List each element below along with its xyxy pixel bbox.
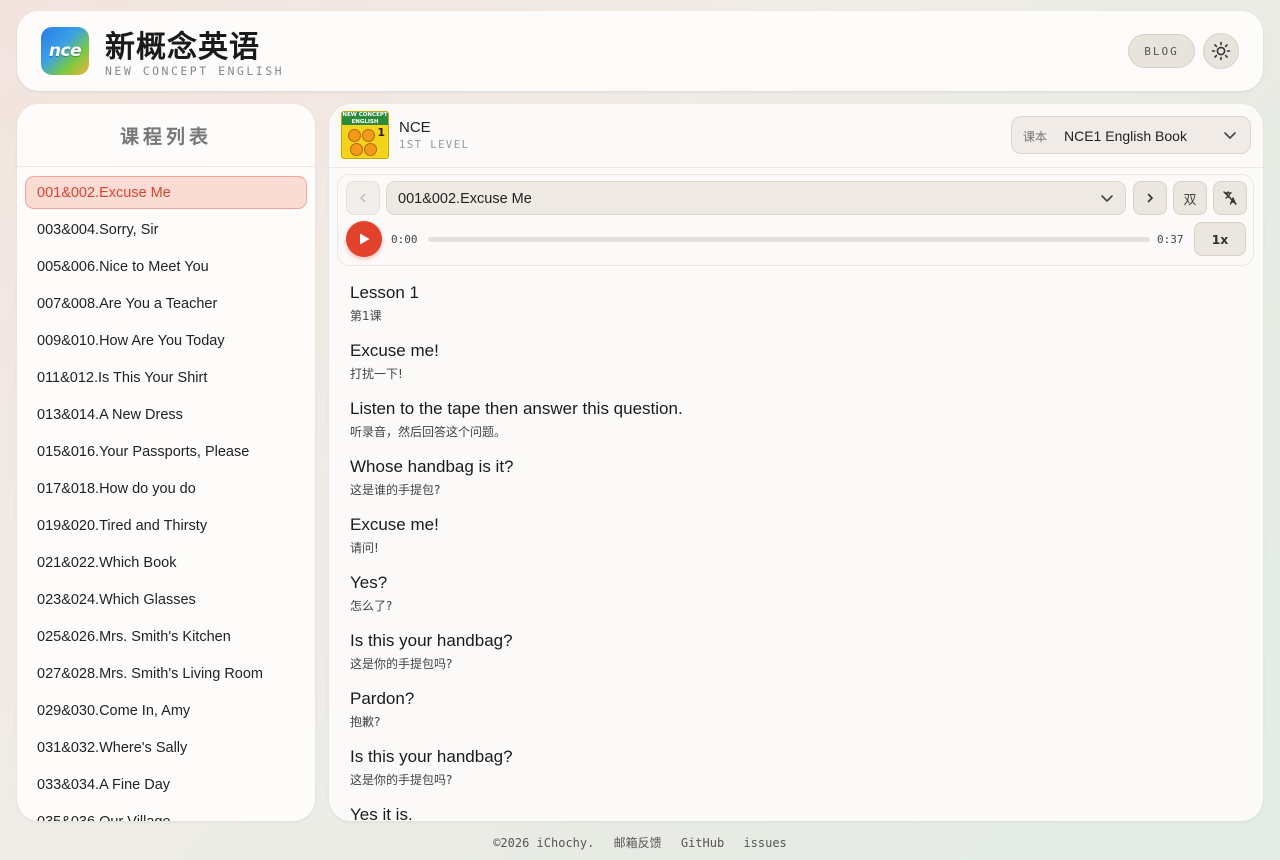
- sentence-english: Excuse me!: [350, 341, 439, 360]
- transcript: Lesson 1 第1课 Excuse me! 打扰一下! Listen to the …: [350, 282, 1230, 821]
- sentence-chinese: 第1课: [350, 309, 382, 323]
- playback-speed-button[interactable]: 1x: [1194, 222, 1246, 256]
- sentence-chinese: 这是谁的手提包?: [350, 483, 441, 497]
- next-lesson-button[interactable]: [1133, 181, 1167, 215]
- app-logo[interactable]: nce: [41, 27, 89, 75]
- lesson-sidebar: 课程列表 001&002.Excuse Me 003&004.Sorry, Sir…: [17, 104, 315, 821]
- lesson-item[interactable]: 023&024.Which Glasses: [25, 583, 307, 616]
- copyright-text: ©2026 iChochy.: [493, 836, 595, 850]
- transcript-sentence[interactable]: Excuse me! 请问!: [350, 514, 1230, 558]
- sentence-english: Yes?: [350, 573, 388, 592]
- site-subtitle: NEW CONCEPT ENGLISH: [105, 64, 285, 78]
- lesson-item[interactable]: 029&030.Come In, Amy: [25, 694, 307, 727]
- blog-button[interactable]: BLOG: [1128, 34, 1195, 68]
- lesson-item[interactable]: 035&036.Our Village: [25, 805, 307, 822]
- lesson-item[interactable]: 015&016.Your Passports, Please: [25, 435, 307, 468]
- sentence-chinese: 请问!: [350, 541, 379, 555]
- lesson-item[interactable]: 031&032.Where's Sally: [25, 731, 307, 764]
- transcript-sentence[interactable]: Is this your handbag? 这是你的手提包吗?: [350, 746, 1230, 790]
- book-name: NCE: [399, 119, 431, 136]
- transcript-sentence[interactable]: Is this your handbag? 这是你的手提包吗?: [350, 630, 1230, 674]
- lesson-item[interactable]: 001&002.Excuse Me: [25, 176, 307, 209]
- transcript-sentence[interactable]: Whose handbag is it? 这是谁的手提包?: [350, 456, 1230, 500]
- audio-player: 001&002.Excuse Me 双 0:00 0:37 1x: [337, 174, 1254, 266]
- play-icon: [360, 233, 370, 245]
- chevron-down-icon: [1224, 132, 1236, 139]
- play-button[interactable]: [346, 221, 382, 257]
- cover-circle: [350, 143, 363, 156]
- sentence-english: Yes it is.: [350, 805, 413, 821]
- transcript-sentence[interactable]: Yes? 怎么了?: [350, 572, 1230, 616]
- book-cover-number: 1: [377, 126, 385, 139]
- sentence-english: Whose handbag is it?: [350, 457, 514, 476]
- sentence-english: Pardon?: [350, 689, 415, 708]
- chevron-right-icon: [1147, 193, 1154, 203]
- lesson-item[interactable]: 013&014.A New Dress: [25, 398, 307, 431]
- lesson-item[interactable]: 025&026.Mrs. Smith's Kitchen: [25, 620, 307, 653]
- transcript-sentence[interactable]: Lesson 1 第1课: [350, 282, 1230, 326]
- book-cover-title: NEW CONCEPT ENGLISH: [342, 112, 388, 125]
- issues-link[interactable]: issues: [743, 836, 786, 850]
- transcript-sentence[interactable]: Listen to the tape then answer this ques…: [350, 398, 1230, 442]
- transcript-sentence[interactable]: Pardon? 抱歉?: [350, 688, 1230, 732]
- sentence-chinese: 听录音，然后回答这个问题。: [350, 425, 507, 439]
- lesson-item[interactable]: 027&028.Mrs. Smith's Living Room: [25, 657, 307, 690]
- cover-circle: [364, 143, 377, 156]
- lesson-item[interactable]: 003&004.Sorry, Sir: [25, 213, 307, 246]
- sentence-chinese: 打扰一下!: [350, 367, 403, 381]
- sentence-english: Lesson 1: [350, 283, 419, 302]
- site-header: nce 新概念英语 NEW CONCEPT ENGLISH BLOG: [17, 11, 1263, 91]
- logo-text: nce: [48, 41, 82, 61]
- translate-off-icon: [1223, 191, 1237, 205]
- sidebar-title: 课程列表: [17, 104, 315, 167]
- book-select[interactable]: 课本 NCE1 English Book: [1011, 116, 1251, 154]
- footer: ©2026 iChochy. 邮箱反馈 GitHub issues: [0, 834, 1280, 851]
- book-header: NEW CONCEPT ENGLISH 1 NCE 1ST LEVEL 课本 N…: [329, 104, 1263, 168]
- lesson-item[interactable]: 011&012.Is This Your Shirt: [25, 361, 307, 394]
- bilingual-toggle-button[interactable]: 双: [1173, 181, 1207, 215]
- lesson-list: 001&002.Excuse Me 003&004.Sorry, Sir 005&0…: [17, 167, 315, 821]
- sentence-chinese: 抱歉?: [350, 715, 381, 729]
- sentence-chinese: 这是你的手提包吗?: [350, 773, 453, 787]
- lesson-item[interactable]: 033&034.A Fine Day: [25, 768, 307, 801]
- sentence-chinese: 这是你的手提包吗?: [350, 657, 453, 671]
- site-title: 新概念英语: [105, 30, 260, 65]
- lesson-item[interactable]: 005&006.Nice to Meet You: [25, 250, 307, 283]
- sun-icon: [1211, 41, 1231, 61]
- progress-slider[interactable]: [428, 237, 1150, 242]
- sentence-chinese: 怎么了?: [350, 599, 393, 613]
- main-panel: NEW CONCEPT ENGLISH 1 NCE 1ST LEVEL 课本 N…: [329, 104, 1263, 821]
- chevron-down-icon: [1101, 195, 1113, 202]
- lesson-item[interactable]: 017&018.How do you do: [25, 472, 307, 505]
- sentence-english: Excuse me!: [350, 515, 439, 534]
- theme-toggle-button[interactable]: [1203, 33, 1239, 69]
- book-select-value: NCE1 English Book: [1064, 128, 1187, 144]
- lesson-item[interactable]: 009&010.How Are You Today: [25, 324, 307, 357]
- cover-circle: [362, 129, 375, 142]
- lesson-select-value: 001&002.Excuse Me: [398, 191, 532, 207]
- current-time: 0:00: [391, 233, 418, 246]
- book-select-label: 课本: [1023, 130, 1048, 144]
- lesson-item[interactable]: 007&008.Are You a Teacher: [25, 287, 307, 320]
- book-level: 1ST LEVEL: [399, 139, 470, 151]
- duration: 0:37: [1157, 233, 1184, 246]
- github-link[interactable]: GitHub: [681, 836, 724, 850]
- lesson-item[interactable]: 019&020.Tired and Thirsty: [25, 509, 307, 542]
- lesson-select[interactable]: 001&002.Excuse Me: [386, 181, 1126, 215]
- sentence-english: Is this your handbag?: [350, 747, 513, 766]
- cover-circle: [348, 129, 361, 142]
- chevron-left-icon: [359, 193, 366, 203]
- transcript-sentence[interactable]: Excuse me! 打扰一下!: [350, 340, 1230, 384]
- prev-lesson-button[interactable]: [346, 181, 380, 215]
- lesson-item[interactable]: 021&022.Which Book: [25, 546, 307, 579]
- transcript-sentence[interactable]: Yes it is.: [350, 804, 1230, 821]
- book-cover-image: NEW CONCEPT ENGLISH 1: [341, 111, 389, 159]
- email-feedback-link[interactable]: 邮箱反馈: [614, 836, 662, 850]
- sentence-english: Listen to the tape then answer this ques…: [350, 399, 683, 418]
- no-translate-button[interactable]: [1213, 181, 1247, 215]
- sentence-english: Is this your handbag?: [350, 631, 513, 650]
